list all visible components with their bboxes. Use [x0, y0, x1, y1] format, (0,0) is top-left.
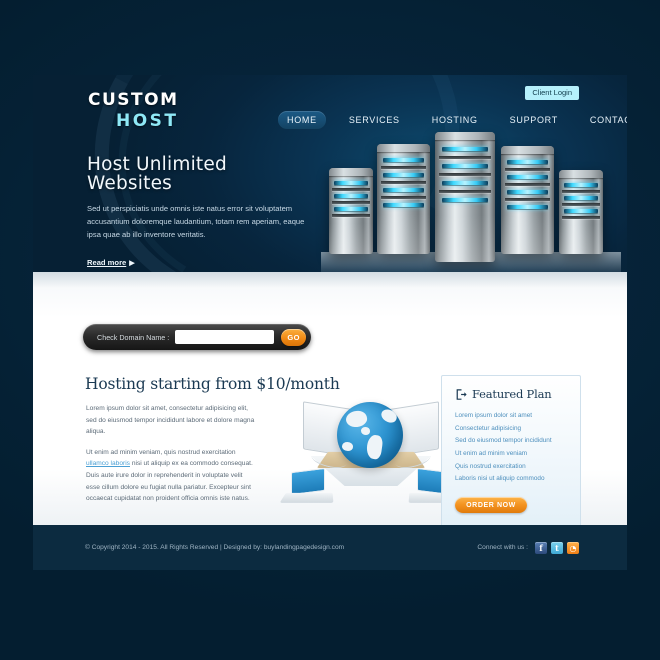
featured-plan-feature-list: Lorem ipsum dolor sit amet Consectetur a…: [455, 410, 567, 486]
paragraph-2-text-a: Ut enim ad minim veniam, quis nostrud ex…: [86, 448, 236, 456]
server-rack-1: [329, 168, 373, 254]
read-more-link[interactable]: Read more ▶: [87, 258, 135, 267]
body-copy: Lorem ipsum dolor sit amet, consectetur …: [86, 403, 258, 514]
nav-item-home[interactable]: HOME: [278, 111, 326, 129]
plan-feature-item: Quis nostrud exercitation: [455, 462, 526, 470]
ullamco-laboris-link[interactable]: ullamco laboris: [86, 460, 130, 467]
domain-search-bar: Check Domain Name : GO: [83, 324, 311, 350]
globe-laptops-illustration: [279, 400, 463, 508]
server-rack-5: [559, 170, 603, 254]
featured-plan-header: Featured Plan: [455, 387, 567, 401]
page-footer: © Copyright 2014 - 2015. All Rights Rese…: [33, 525, 627, 570]
connect-label: Connect with us :: [477, 544, 528, 551]
domain-search-label: Check Domain Name :: [97, 332, 170, 342]
plan-feature-item: Laboris nisi ut aliquip commodo: [455, 475, 545, 483]
section-title: Hosting starting from $10/month: [85, 375, 340, 393]
sign-out-icon: [456, 388, 467, 400]
hero-description: Sed ut perspiciatis unde omnis iste natu…: [87, 204, 305, 240]
content-section: Hosting starting from $10/month Lorem ip…: [33, 272, 627, 570]
server-rack-4: [501, 146, 554, 254]
plan-feature-item: Ut enim ad minim veniam: [455, 450, 528, 458]
hero-copy: Host Unlimited Websites Sed ut perspicia…: [87, 154, 309, 270]
hero-section: CUSTOM HOST Client Login HOME SERVICES H…: [33, 75, 627, 272]
server-rack-3: [435, 132, 495, 262]
order-now-button[interactable]: ORDER NOW: [455, 497, 527, 514]
logo-text-secondary: HOST: [115, 111, 179, 131]
featured-plan-card: Featured Plan Lorem ipsum dolor sit amet…: [441, 375, 581, 528]
read-more-arrow-icon: ▶: [129, 260, 135, 268]
server-rack-2: [377, 144, 430, 254]
screenshot-canvas: CUSTOM HOST Client Login HOME SERVICES H…: [0, 0, 660, 660]
read-more-label: Read more: [87, 258, 127, 268]
plan-feature-item: Sed do eiusmod tempor incididunt: [455, 437, 552, 445]
client-login-button[interactable]: Client Login: [525, 86, 579, 100]
body-paragraph-2: Ut enim ad minim veniam, quis nostrud ex…: [86, 447, 258, 505]
globe-icon: [337, 402, 403, 468]
rss-icon[interactable]: ◔: [567, 541, 579, 554]
landing-page-panel: CUSTOM HOST Client Login HOME SERVICES H…: [33, 75, 627, 570]
logo[interactable]: CUSTOM HOST: [88, 92, 179, 130]
server-racks-illustration: [321, 122, 621, 272]
domain-search-input[interactable]: [175, 330, 275, 344]
logo-text-primary: CUSTOM: [88, 90, 179, 110]
copyright-text: © Copyright 2014 - 2015. All Rights Rese…: [85, 544, 345, 551]
facebook-icon[interactable]: f: [535, 541, 547, 554]
plan-feature-item: Lorem ipsum dolor sit amet: [455, 412, 533, 419]
laptop-left: [279, 467, 335, 504]
hero-title: Host Unlimited Websites: [87, 154, 227, 194]
social-links: Connect with us : f t ◔: [477, 541, 579, 554]
twitter-icon[interactable]: t: [551, 541, 563, 554]
plan-feature-item: Consectetur adipisicing: [455, 424, 522, 432]
featured-plan-title: Featured Plan: [472, 387, 552, 401]
domain-search-go-button[interactable]: GO: [281, 328, 306, 346]
body-paragraph-1: Lorem ipsum dolor sit amet, consectetur …: [86, 405, 255, 436]
